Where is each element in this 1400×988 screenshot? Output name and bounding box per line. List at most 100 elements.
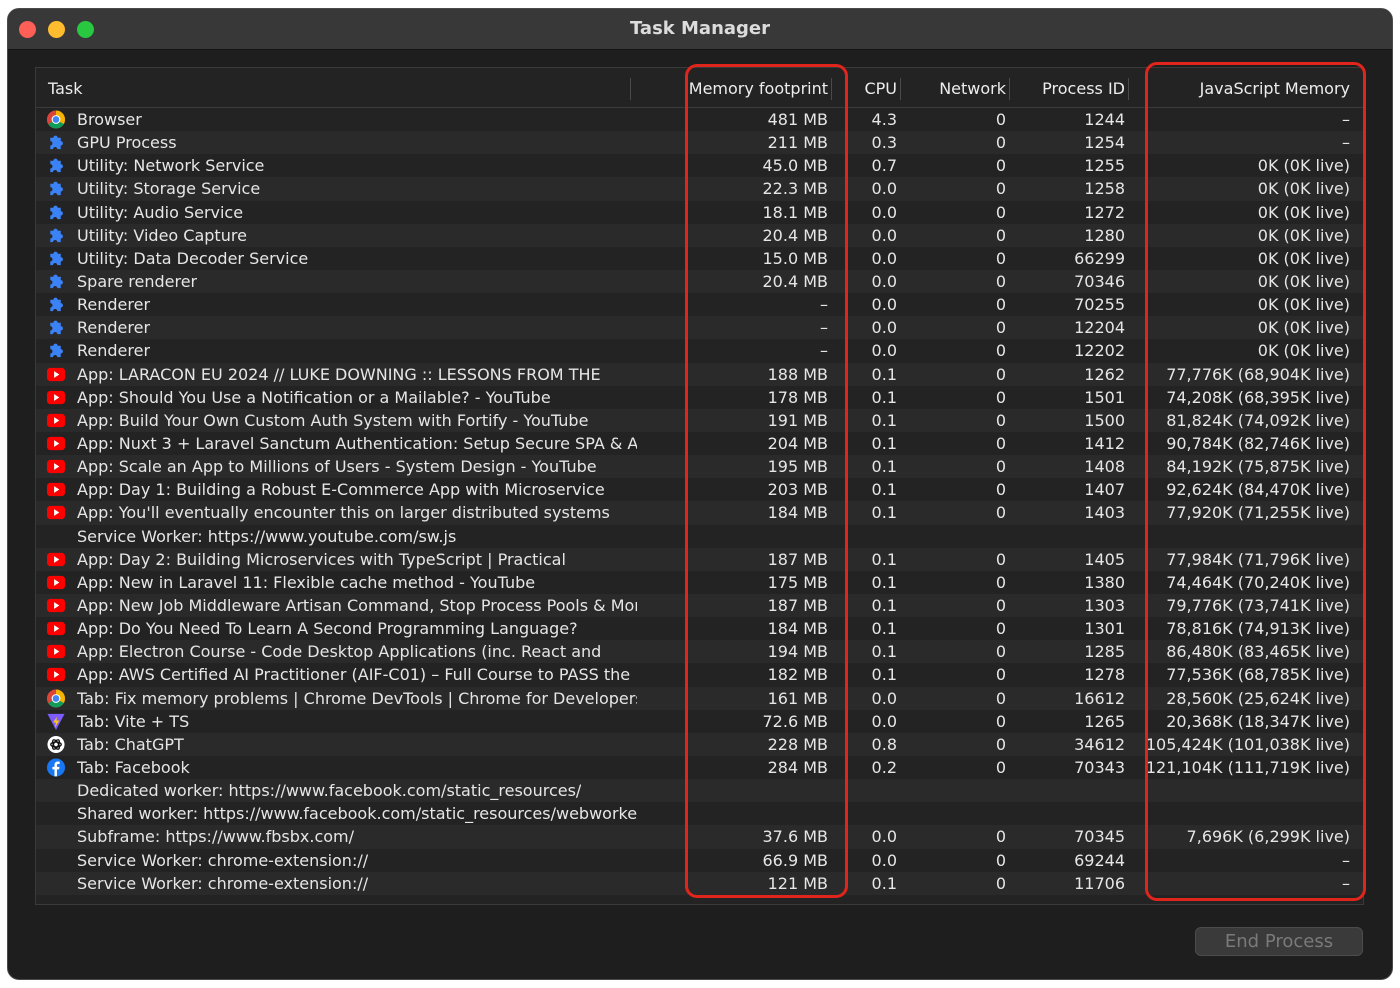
task-cell: App: New in Laravel 11: Flexible cache m…	[77, 573, 536, 592]
process-id-cell: 16612	[1074, 688, 1125, 708]
network-cell: 0	[995, 110, 1006, 129]
network-cell: 0	[995, 480, 1006, 500]
process-id-cell: 70345	[1074, 827, 1125, 847]
cpu-cell: 0.0	[871, 271, 897, 291]
process-id-cell: 1255	[1084, 156, 1125, 176]
youtube-icon	[46, 434, 66, 453]
cpu-cell: 0.1	[871, 457, 897, 477]
task-cell: Renderer	[77, 319, 151, 338]
process-id-cell: 1405	[1084, 549, 1125, 569]
youtube-icon	[46, 665, 66, 684]
network-cell: 0	[995, 503, 1006, 523]
process-id-cell: 1403	[1084, 503, 1125, 523]
network-cell: 0	[995, 595, 1006, 615]
youtube-icon	[46, 388, 66, 407]
network-cell: 0	[995, 156, 1006, 176]
cpu-cell: 0.1	[871, 433, 897, 453]
cpu-cell: 0.0	[871, 827, 897, 847]
network-cell: 0	[995, 619, 1006, 639]
process-id-cell: 70346	[1074, 271, 1125, 291]
cpu-cell: 0.1	[871, 619, 897, 639]
process-id-cell: 1258	[1084, 179, 1125, 199]
title-bar: Task Manager	[8, 9, 1392, 50]
cpu-cell: 0.1	[871, 503, 897, 523]
task-cell: App: Should You Use a Notification or a …	[77, 388, 551, 407]
cpu-cell: 4.3	[871, 110, 897, 129]
process-id-cell: 1301	[1084, 619, 1125, 639]
network-cell: 0	[995, 734, 1006, 754]
process-id-cell: 1408	[1084, 457, 1125, 477]
network-cell: 0	[995, 364, 1006, 384]
cpu-cell: 0.1	[871, 665, 897, 685]
task-cell: Service Worker: chrome-extension://	[77, 851, 369, 870]
chrome-icon	[46, 110, 66, 129]
process-id-cell: 1501	[1084, 387, 1125, 407]
process-id-cell: 69244	[1074, 850, 1125, 870]
youtube-icon	[46, 619, 66, 638]
process-id-cell: 11706	[1074, 873, 1125, 893]
cpu-cell: 0.1	[871, 642, 897, 662]
facebook-icon	[46, 758, 66, 777]
cpu-cell: 0.7	[871, 156, 897, 176]
vite-icon	[46, 712, 66, 731]
column-separator[interactable]	[1128, 78, 1129, 100]
cpu-cell: 0.1	[871, 387, 897, 407]
task-cell: Renderer	[77, 342, 151, 361]
process-id-cell: 1412	[1084, 433, 1125, 453]
task-cell: App: Electron Course - Code Desktop Appl…	[77, 643, 602, 662]
process-id-cell: 1303	[1084, 595, 1125, 615]
chrome-icon	[46, 688, 66, 708]
process-id-cell: 1380	[1084, 572, 1125, 592]
task-cell: Tab: ChatGPT	[77, 735, 184, 754]
network-cell: 0	[995, 827, 1006, 847]
youtube-icon	[46, 365, 66, 384]
task-cell: App: New Job Middleware Artisan Command,…	[77, 596, 637, 615]
column-header-process-id[interactable]: Process ID	[1042, 79, 1125, 98]
network-cell: 0	[995, 549, 1006, 569]
network-cell: 0	[995, 318, 1006, 338]
cpu-cell: 0.0	[871, 850, 897, 870]
column-header-cpu[interactable]: CPU	[864, 79, 897, 98]
process-id-cell: 1265	[1084, 711, 1125, 731]
network-cell: 0	[995, 225, 1006, 245]
network-cell: 0	[995, 248, 1006, 268]
cpu-cell: 0.2	[871, 757, 897, 777]
task-cell: Spare renderer	[77, 272, 198, 291]
end-process-button[interactable]: End Process	[1195, 927, 1363, 956]
puzzle-icon	[46, 318, 66, 337]
task-cell: Utility: Audio Service	[77, 203, 244, 222]
network-cell: 0	[995, 572, 1006, 592]
puzzle-icon	[46, 341, 66, 360]
process-id-cell: 66299	[1074, 248, 1125, 268]
process-id-cell: 1407	[1084, 480, 1125, 500]
puzzle-icon	[46, 179, 66, 198]
cpu-cell: 0.0	[871, 225, 897, 245]
task-cell: Service Worker: chrome-extension://	[77, 874, 369, 893]
cpu-cell: 0.0	[871, 318, 897, 338]
column-separator[interactable]	[630, 78, 631, 100]
task-cell: App: You'll eventually encounter this on…	[77, 504, 610, 523]
network-cell: 0	[995, 387, 1006, 407]
javascript-memory-column-highlight	[1145, 62, 1366, 901]
network-cell: 0	[995, 341, 1006, 361]
cpu-cell: 0.1	[871, 572, 897, 592]
task-cell: App: AWS Certified AI Practitioner (AIF-…	[77, 666, 631, 685]
column-header-network[interactable]: Network	[939, 79, 1006, 98]
network-cell: 0	[995, 457, 1006, 477]
column-separator[interactable]	[900, 78, 901, 100]
puzzle-icon	[46, 156, 66, 175]
youtube-icon	[46, 503, 66, 522]
task-cell: Subframe: https://www.fbsbx.com/	[77, 828, 354, 847]
network-cell: 0	[995, 665, 1006, 685]
puzzle-icon	[46, 203, 66, 222]
process-id-cell: 70255	[1074, 295, 1125, 315]
column-separator[interactable]	[1009, 78, 1010, 100]
network-cell: 0	[995, 688, 1006, 708]
network-cell: 0	[995, 202, 1006, 222]
youtube-icon	[46, 596, 66, 615]
task-cell: App: Build Your Own Custom Auth System w…	[77, 411, 589, 430]
process-id-cell: 1280	[1084, 225, 1125, 245]
column-header-task[interactable]: Task	[48, 79, 83, 98]
cpu-cell: 0.1	[871, 410, 897, 430]
network-cell: 0	[995, 295, 1006, 315]
